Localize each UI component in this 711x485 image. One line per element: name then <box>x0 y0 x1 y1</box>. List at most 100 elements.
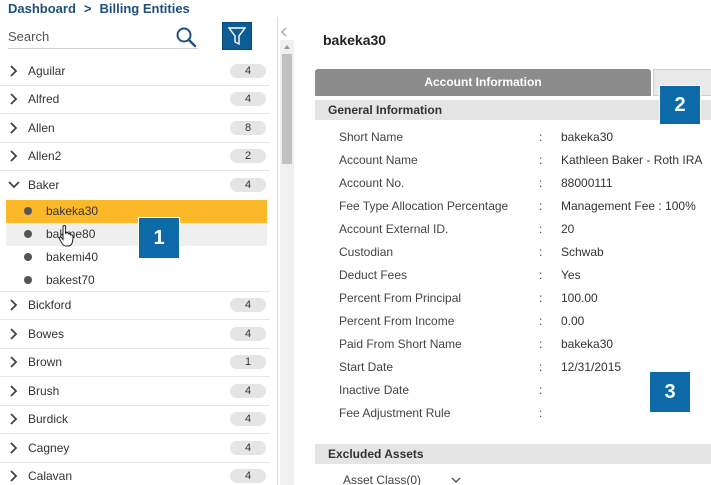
field-colon: : <box>539 406 543 420</box>
group-name: Baker <box>28 178 60 193</box>
breadcrumb-separator: > <box>83 1 92 16</box>
group-row-allen[interactable]: Allen 8 <box>0 114 270 143</box>
group-row-brush[interactable]: Brush 4 <box>0 377 270 406</box>
chevron-right-icon <box>8 93 20 105</box>
field-value: Kathleen Baker - Roth IRA <box>561 153 703 167</box>
count-badge: 4 <box>230 326 266 341</box>
scroll-thumb[interactable] <box>282 54 292 164</box>
group-name: Allen2 <box>28 149 62 164</box>
field-label: Account No. <box>339 176 405 190</box>
group-name: Burdick <box>28 412 69 427</box>
field-colon: : <box>539 245 543 259</box>
chevron-right-icon <box>8 470 20 482</box>
search-input[interactable] <box>8 25 198 49</box>
account-item-bakest70[interactable]: bakest70 <box>0 269 270 292</box>
field-colon: : <box>539 130 543 144</box>
group-row-allen2[interactable]: Allen2 2 <box>0 143 270 171</box>
asset-class-dropdown[interactable]: Asset Class(0) <box>343 473 461 485</box>
chevron-right-icon <box>8 122 20 134</box>
count-badge: 4 <box>230 440 266 455</box>
callout-marker-2: 2 <box>660 86 700 124</box>
count-badge: 1 <box>230 355 266 370</box>
group-row-aguilar[interactable]: Aguilar 4 <box>0 57 270 86</box>
hand-cursor-icon <box>58 225 74 247</box>
chevron-right-icon <box>8 328 20 340</box>
bullet-icon <box>24 275 32 284</box>
group-row-cagney[interactable]: Cagney 4 <box>0 434 270 463</box>
chevron-right-icon <box>8 413 20 425</box>
account-name: bakeka30 <box>46 204 99 218</box>
account-name: bakest70 <box>46 272 95 287</box>
field-label: Percent From Principal <box>339 291 462 305</box>
field-label: Paid From Short Name <box>339 337 462 351</box>
field-value: 12/31/2015 <box>561 360 622 374</box>
field-colon: : <box>539 291 543 305</box>
filter-button[interactable] <box>222 22 252 50</box>
chevron-right-icon <box>8 299 20 311</box>
group-name: Brush <box>28 383 60 398</box>
field-value: Management Fee : 100% <box>561 199 696 213</box>
count-badge: 4 <box>230 469 266 484</box>
field-label: Account Name <box>339 153 418 167</box>
collapse-panel-icon[interactable] <box>279 27 289 37</box>
chevron-right-icon <box>8 65 20 77</box>
account-item-bakme80[interactable]: bakme80 <box>6 222 267 246</box>
asset-class-label: Asset Class(0) <box>343 473 422 485</box>
chevron-right-icon <box>8 385 20 397</box>
callout-marker-3: 3 <box>650 372 690 412</box>
field-colon: : <box>539 222 543 236</box>
filter-icon <box>228 27 246 46</box>
group-name: Aguilar <box>28 63 66 78</box>
group-name: Calavan <box>28 469 73 484</box>
entity-list: Aguilar 4 Alfred 4 Allen 8 Allen2 2 Bake… <box>0 57 270 485</box>
group-row-burdick[interactable]: Burdick 4 <box>0 406 270 434</box>
excluded-assets-header: Excluded Assets <box>315 444 711 464</box>
field-colon: : <box>539 314 543 328</box>
breadcrumb-current: Billing Entities <box>99 1 190 16</box>
search-icon[interactable] <box>175 26 197 48</box>
field-value: 0.00 <box>561 314 585 328</box>
account-item-bakemi40[interactable]: bakemi40 <box>6 246 267 269</box>
field-colon: : <box>539 360 543 374</box>
field-value: 100.00 <box>561 291 598 305</box>
group-name: Brown <box>28 355 63 370</box>
field-value: Schwab <box>561 245 604 259</box>
account-name: bakemi40 <box>46 250 99 264</box>
group-row-bickford[interactable]: Bickford 4 <box>0 292 270 320</box>
breadcrumb-dashboard[interactable]: Dashboard <box>8 1 76 16</box>
group-name: Bickford <box>28 298 72 313</box>
group-name: Cagney <box>28 440 70 455</box>
field-label: Percent From Income <box>339 314 455 328</box>
group-row-brown[interactable]: Brown 1 <box>0 349 270 377</box>
account-title: bakeka30 <box>323 32 387 48</box>
field-label: Account External ID. <box>339 222 449 236</box>
field-label: Inactive Date <box>339 383 410 397</box>
search-row <box>0 17 277 57</box>
field-label: Custodian <box>339 245 394 259</box>
count-badge: 4 <box>230 92 266 107</box>
field-label: Fee Type Allocation Percentage <box>339 199 509 213</box>
detail-panel: bakeka30 Account Information General Inf… <box>296 17 711 485</box>
scroll-up-icon[interactable] <box>283 43 291 51</box>
field-label: Start Date <box>339 360 394 374</box>
field-label: Fee Adjustment Rule <box>339 406 451 420</box>
count-badge: 4 <box>230 412 266 427</box>
chevron-down-icon <box>8 179 20 191</box>
group-row-calavan[interactable]: Calavan 4 <box>0 463 270 485</box>
chevron-right-icon <box>8 150 20 162</box>
list-scrollbar[interactable] <box>280 40 294 485</box>
field-value: Yes <box>561 268 581 282</box>
field-value: 88000111 <box>561 176 613 190</box>
callout-marker-1: 1 <box>139 218 179 258</box>
chevron-right-icon <box>8 442 20 454</box>
count-badge: 4 <box>230 383 266 398</box>
account-item-bakeka30[interactable]: bakeka30 <box>6 199 267 223</box>
group-row-alfred[interactable]: Alfred 4 <box>0 86 270 114</box>
chevron-right-icon <box>8 356 20 368</box>
group-row-bowes[interactable]: Bowes 4 <box>0 320 270 349</box>
group-row-baker[interactable]: Baker 4 <box>0 171 270 200</box>
group-name: Alfred <box>28 92 60 107</box>
tab-account-information[interactable]: Account Information <box>315 69 651 96</box>
field-label: Short Name <box>339 130 404 144</box>
general-information-header: General Information <box>315 100 711 120</box>
